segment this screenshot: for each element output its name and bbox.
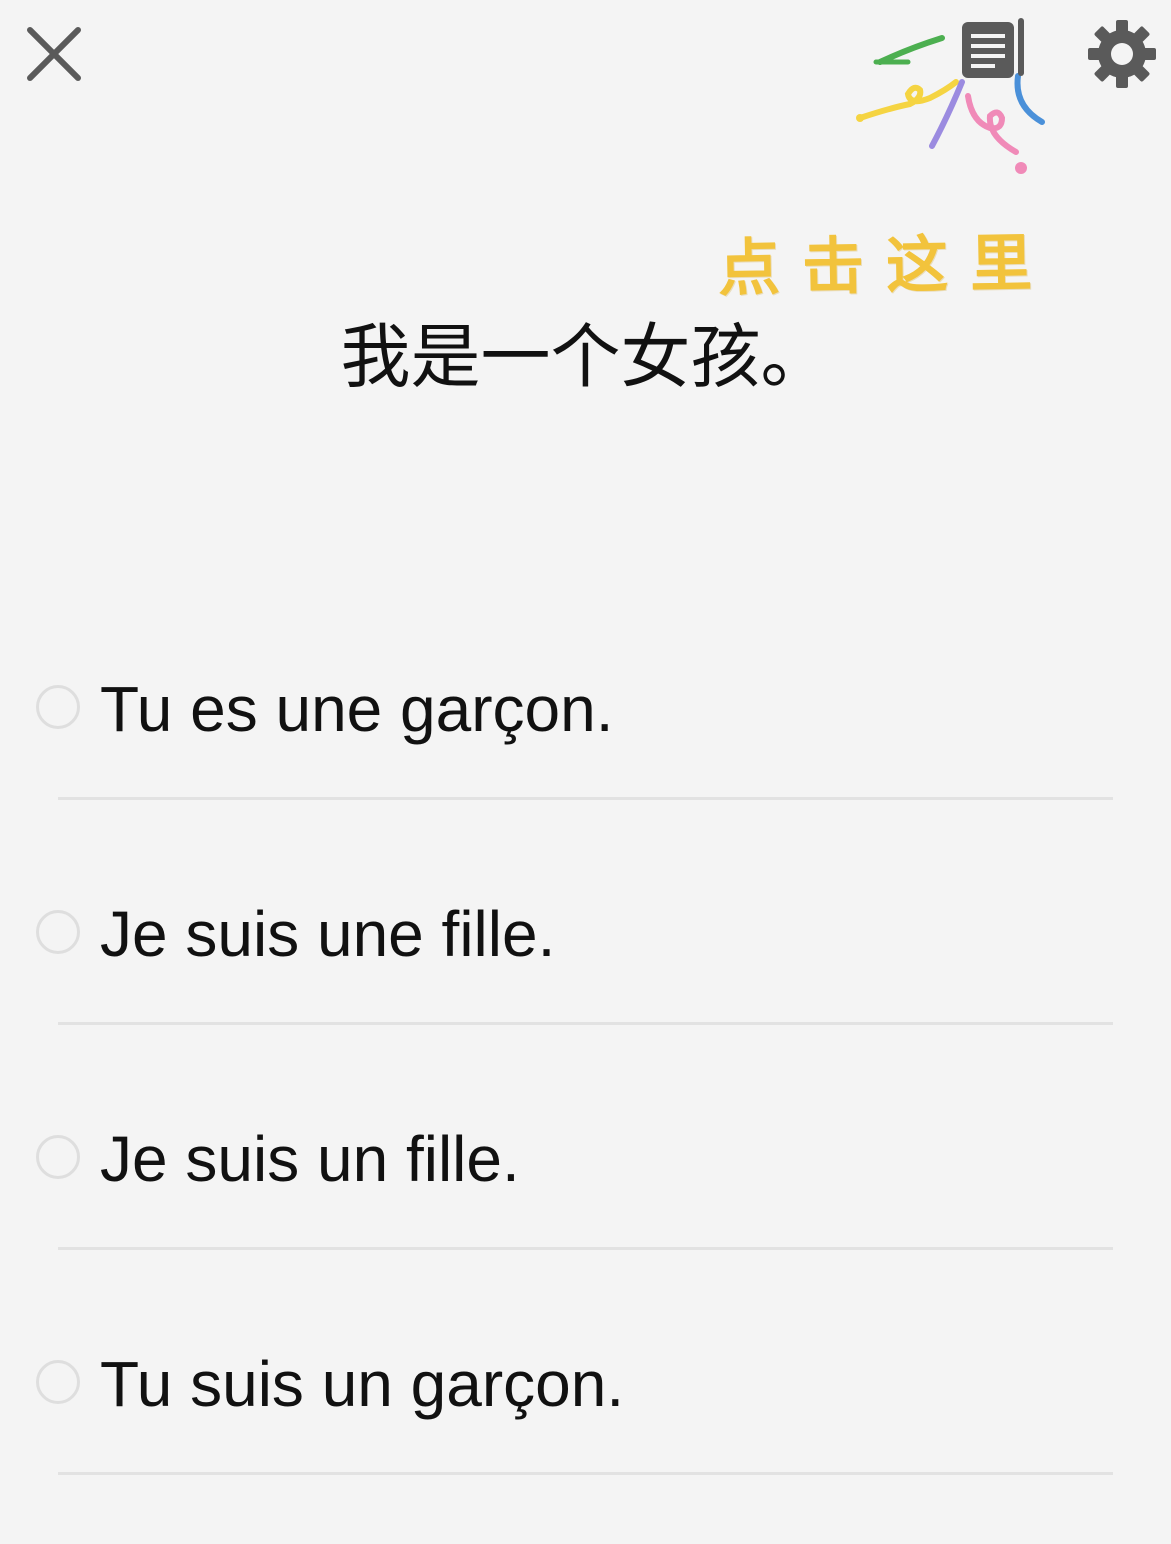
tap-here-hint[interactable]: 点击这里 xyxy=(717,219,1054,313)
answer-option[interactable]: Je suis une fille. xyxy=(0,822,1171,1047)
close-x-icon xyxy=(27,27,81,81)
radio-button[interactable] xyxy=(36,910,80,954)
answer-option-label: Tu suis un garçon. xyxy=(100,1348,625,1420)
radio-button[interactable] xyxy=(36,1360,80,1404)
answer-option-label: Tu es une garçon. xyxy=(100,673,614,745)
gear-icon xyxy=(1088,20,1156,88)
notes-icon xyxy=(962,18,1024,78)
question-prompt: 我是一个女孩。 xyxy=(340,316,831,398)
radio-button[interactable] xyxy=(36,685,80,729)
settings-button[interactable] xyxy=(1086,18,1158,90)
notes-button[interactable] xyxy=(958,18,1028,82)
radio-button[interactable] xyxy=(36,1135,80,1179)
answer-option[interactable]: Tu suis un garçon. xyxy=(0,1272,1171,1497)
answer-option[interactable]: Tu es une garçon. xyxy=(0,597,1171,822)
answer-option-label: Je suis un fille. xyxy=(100,1123,520,1195)
close-button[interactable] xyxy=(20,20,88,88)
answer-option-label: Je suis une fille. xyxy=(100,898,556,970)
answer-option[interactable]: Je suis un fille. xyxy=(0,1047,1171,1272)
